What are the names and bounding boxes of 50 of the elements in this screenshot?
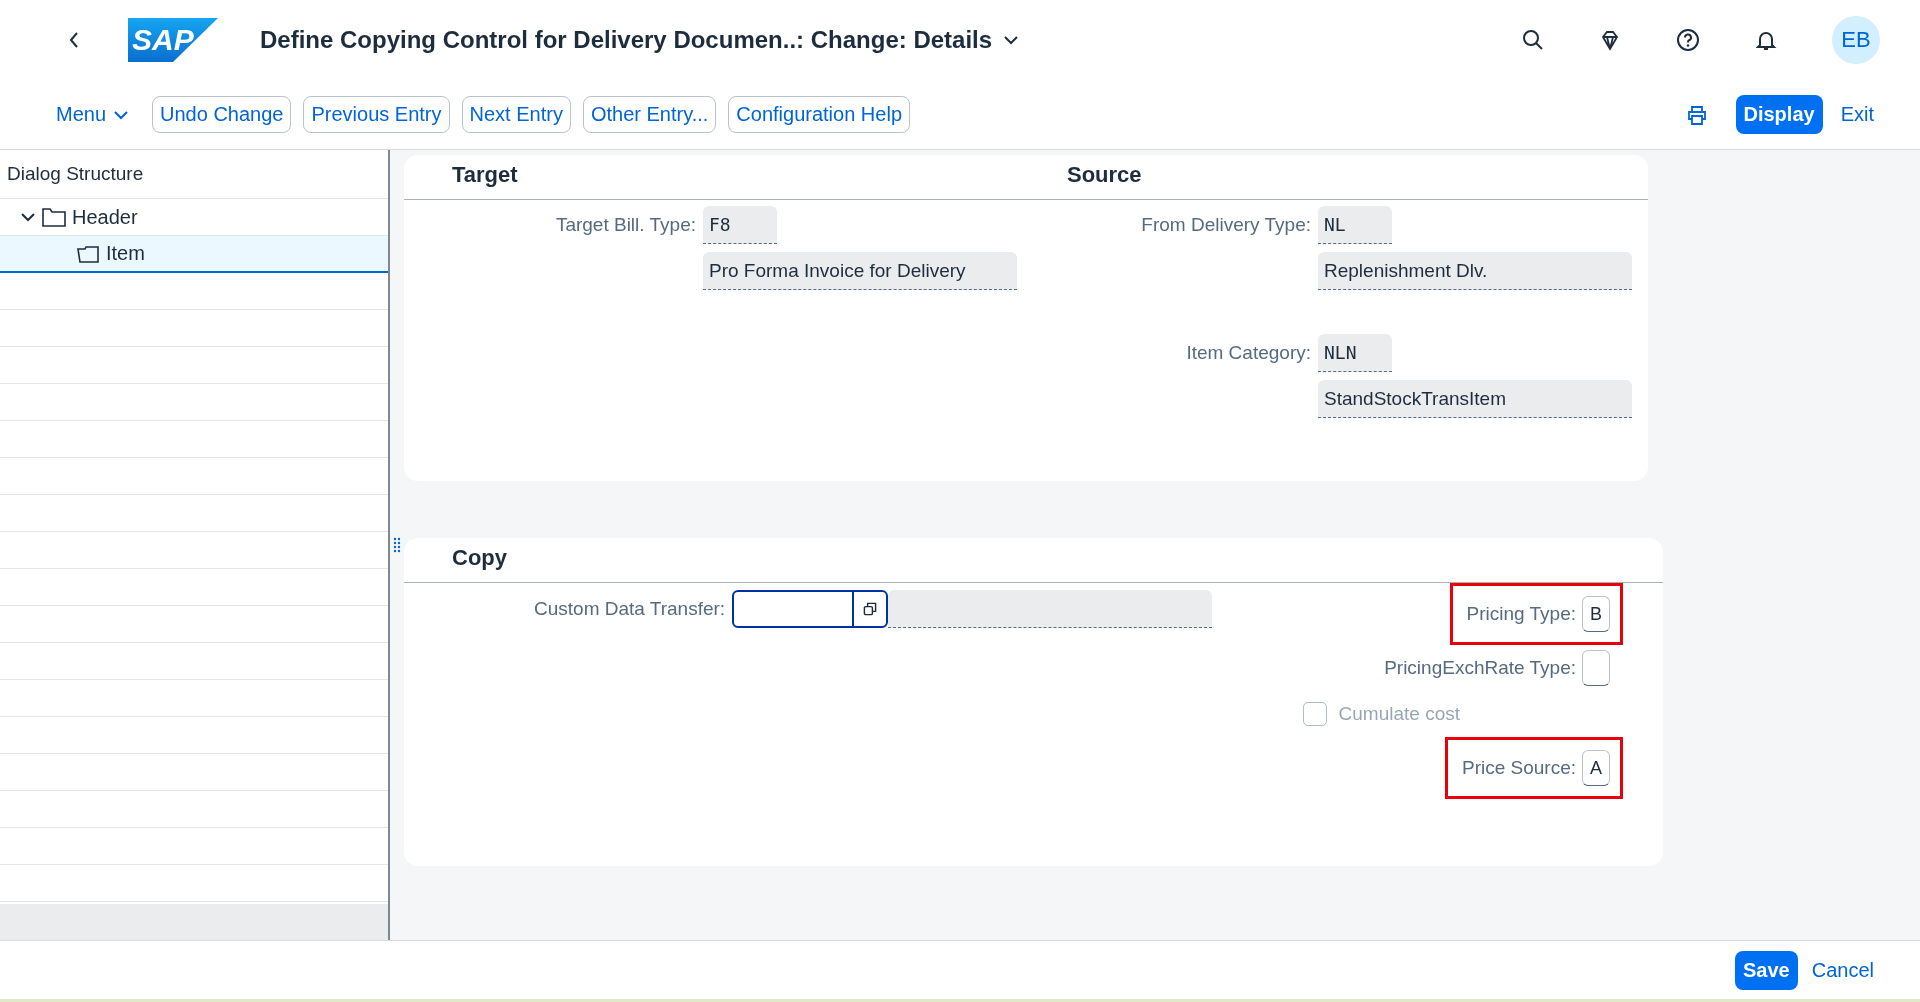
back-icon[interactable] — [68, 31, 80, 49]
open-folder-icon — [76, 243, 100, 264]
code-field: NLN — [1318, 334, 1392, 372]
search-icon[interactable] — [1522, 29, 1544, 51]
field-label: Custom Data Transfer: — [534, 598, 726, 620]
description-field: Replenishment Dlv. — [1318, 252, 1632, 290]
input-field[interactable]: A — [1582, 750, 1610, 786]
diamond-icon[interactable] — [1599, 29, 1621, 51]
action-button[interactable]: Exit — [1834, 95, 1880, 134]
panel-title: Dialog Structure — [0, 150, 388, 199]
section-title: Copy — [404, 538, 1663, 583]
menu-button[interactable]: Menu — [50, 99, 135, 130]
code-field: NL — [1318, 206, 1392, 244]
input-field[interactable] — [1582, 650, 1610, 686]
section-title: Target — [404, 155, 1019, 200]
toolbar-button[interactable]: Undo Change — [152, 96, 292, 133]
toolbar-button[interactable]: Configuration Help — [728, 96, 910, 133]
footer-button[interactable]: Save — [1735, 950, 1798, 990]
field-label: Target Bill. Type: — [554, 214, 696, 236]
caret-icon — [114, 109, 129, 120]
toolbar-button[interactable]: Other Entry... — [582, 96, 717, 133]
logo: SAP — [128, 18, 218, 62]
field-label: Pricing Type: — [1466, 603, 1576, 625]
footer-button[interactable]: Cancel — [1805, 950, 1880, 990]
resize-handle-icon[interactable] — [393, 537, 401, 553]
tree-item[interactable]: Item — [0, 236, 388, 273]
input-field[interactable] — [732, 590, 889, 628]
action-button[interactable]: Display — [1735, 95, 1823, 134]
caret-icon — [1004, 35, 1019, 45]
field-label: Item Category: — [1185, 342, 1311, 364]
toolbar-button[interactable]: Next Entry — [461, 96, 571, 133]
field-label: PricingExchRate Type: — [1384, 657, 1576, 679]
bell-icon[interactable] — [1755, 29, 1777, 51]
checkbox-label: Cumulate cost — [1338, 703, 1460, 725]
code-field: F8 — [703, 206, 777, 244]
user-avatar[interactable]: EB — [1832, 16, 1880, 64]
input-field[interactable]: B — [1582, 596, 1610, 632]
section-title: Source — [1019, 155, 1648, 200]
tree-label: Header — [72, 205, 138, 229]
field-label: Price Source: — [1461, 757, 1576, 779]
printer-icon[interactable] — [1685, 103, 1708, 126]
help-icon[interactable] — [1676, 28, 1700, 52]
tree-label: Item — [106, 242, 145, 265]
window-title[interactable]: Define Copying Control for Delivery Documen..: Change: Details — [260, 26, 1019, 54]
field-label: From Delivery Type: — [1140, 214, 1311, 236]
description-field: StandStockTransItem — [1318, 380, 1632, 418]
description-field: Pro Forma Invoice for Delivery — [703, 252, 1017, 290]
chevron-icon[interactable] — [20, 211, 36, 223]
folder-icon — [42, 207, 66, 227]
toolbar-button[interactable]: Previous Entry — [303, 96, 450, 133]
